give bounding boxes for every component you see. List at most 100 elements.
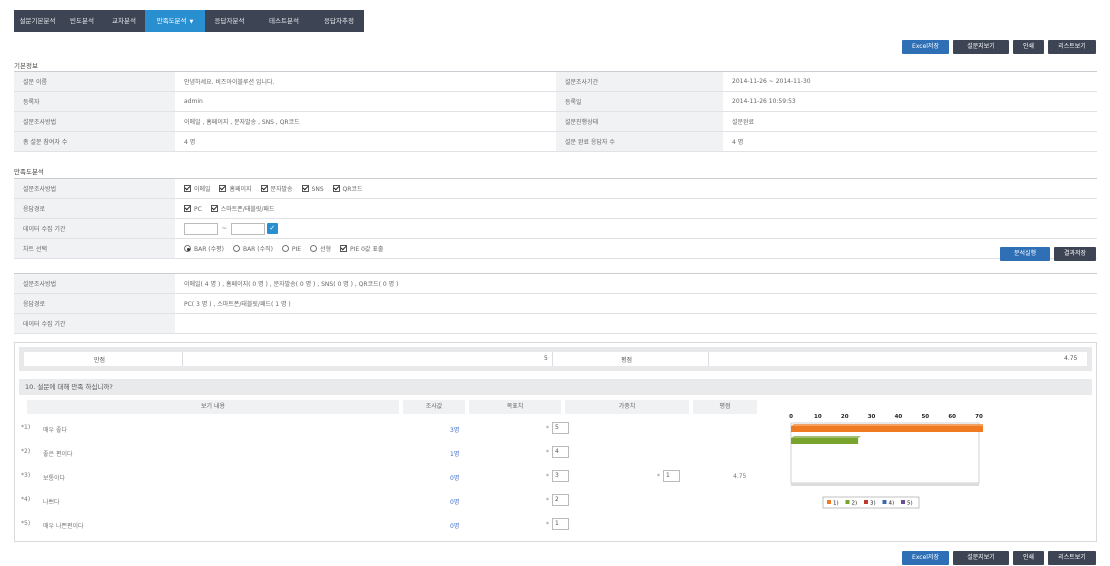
divider [552,352,553,366]
registrant-label: 등록자 [14,91,175,112]
run-analysis-button[interactable]: 분석실행 [1000,247,1050,261]
score-summary: 만점 5 평점 4.75 [19,347,1092,371]
chart-line-option[interactable]: 선형 [310,245,331,253]
satisfaction-bar-chart: 0 10 20 30 40 50 60 70 1) 2) 3) 4) 5) [789,414,983,509]
survey-period-value: 2014-11-26 ~ 2014-11-30 [723,71,1097,92]
item-count[interactable]: 1명 [450,449,459,458]
chart-bar-vertical-option[interactable]: BAR (수직) [232,245,273,253]
tab-respondent-analysis[interactable]: 응답자분석 [205,10,254,32]
radio-icon [281,245,289,252]
legend-swatch [827,500,831,504]
bar-top [791,436,862,438]
item-number: *5) [21,520,30,527]
item-count[interactable]: 0명 [450,521,459,530]
target-input[interactable]: 4 [552,446,569,458]
method-qr-option[interactable]: QR코드 [332,185,363,193]
bar [791,426,983,432]
legend-swatch [845,500,850,504]
analysis-period-inputs: ~ ✓ [175,218,1097,239]
print-button[interactable]: 인쇄 [1013,40,1044,54]
pie-zero-option[interactable]: PIE 0값 표출 [339,245,383,253]
asterisk: * [546,425,549,432]
asterisk: * [546,449,549,456]
asterisk: * [657,473,660,480]
checkbox-checked-icon [184,205,191,212]
method-sms-option[interactable]: 문자발송 [260,185,293,193]
item-num: 1) [24,424,31,431]
save-result-button[interactable]: 결과저장 [1054,247,1096,261]
checkbox-checked-icon [219,185,227,192]
method-option-label: SNS [311,186,324,193]
survey-period-label: 설문조사기간 [556,71,723,92]
print-button-bottom[interactable]: 인쇄 [1013,551,1044,565]
satisfaction-heading: 만족도분석 [14,168,44,176]
chevron-down-icon: ▼ [189,19,194,25]
target-input[interactable]: 2 [552,494,569,506]
score-summary-row: 만점 5 평점 4.75 [24,352,1087,366]
x-tick-label: 0 [789,414,793,420]
item-text: 좋은 편이다 [43,451,73,458]
analysis-tab-bar: 설문기본분석 빈도분석 교차분석 만족도분석 ▼ 응답자분석 테스트분석 응답자추… [14,10,364,32]
method-option-label: QR코드 [342,186,363,193]
average-score-value: 4.75 [1064,355,1078,362]
method-homepage-option[interactable]: 홈페이지 [219,185,252,193]
view-survey-button-bottom[interactable]: 설문지보기 [953,551,1009,565]
target-input[interactable]: 3 [552,470,569,482]
method-sns-option[interactable]: SNS [301,185,324,193]
tab-frequency-analysis[interactable]: 빈도분석 [61,10,103,32]
tab-basic-analysis[interactable]: 설문기본분석 [14,10,61,32]
item-num: 2) [24,448,31,455]
survey-method-label: 설문조사방법 [14,111,175,132]
start-date-input[interactable] [184,222,218,235]
list-view-button[interactable]: 리스트보기 [1048,40,1096,54]
view-survey-button[interactable]: 설문지보기 [953,40,1009,54]
x-tick-label: 10 [814,414,822,420]
target-input[interactable]: 5 [552,422,569,434]
weight-input[interactable]: 1 [663,470,680,482]
legend-label: 5) [907,501,913,507]
method-option-label: 홈페이지 [229,186,252,193]
list-view-button-bottom[interactable]: 리스트보기 [1048,551,1096,565]
chart-bar-horizontal-option[interactable]: BAR (수평) [184,245,225,253]
item-count[interactable]: 0명 [450,473,459,482]
channel-option-label: PC [194,206,202,213]
score-value: 4.75 [733,473,747,480]
excel-save-button-bottom[interactable]: Excel저장 [902,551,949,565]
target-input[interactable]: 1 [552,518,569,530]
channel-pc-option[interactable]: PC [184,205,202,213]
method-option-label: 이메일 [194,186,211,193]
end-date-input[interactable] [230,222,265,235]
item-count[interactable]: 3명 [450,425,459,434]
tab-satisfaction-analysis[interactable]: 만족도분석 ▼ [145,10,205,32]
survey-status-value: 설문완료 [723,111,1097,132]
checkbox-checked-icon [184,185,191,192]
channel-mobile-option[interactable]: 스마트폰/태블릿/패드 [210,205,274,213]
survey-status-label: 설문진행상태 [556,111,723,132]
chart-pie-option[interactable]: PIE [281,245,301,253]
survey-name-label: 설문 이름 [14,71,175,92]
summary-period-value [175,313,1097,334]
method-email-option[interactable]: 이메일 [184,185,211,193]
tab-test-analysis[interactable]: 테스트분석 [254,10,314,32]
calendar-icon[interactable]: ✓ [266,223,278,234]
tab-respondent-estimate[interactable]: 응답자추정 [314,10,364,32]
survey-name-value: 안녕하세요. 비즈아이블루션 입니다. [175,71,556,92]
chart-option-label: BAR (수평) [194,246,225,253]
completed-label: 설문 완료 응답자 수 [556,131,723,152]
reg-date-label: 등록일 [556,91,723,112]
average-score-label: 평점 [621,357,633,364]
x-tick-label: 20 [841,414,849,420]
item-count[interactable]: 0명 [450,497,459,506]
analysis-options-table: 설문조사방법 이메일 홈페이지 문자발송 SNS QR코드 응답경로 PC 스마… [14,178,1097,259]
radio-icon [310,245,318,252]
tab-cross-analysis[interactable]: 교차분석 [103,10,145,32]
excel-save-button[interactable]: Excel저장 [902,40,949,54]
x-tick-label: 50 [921,414,929,420]
x-tick-label: 40 [895,414,903,420]
analysis-period-label: 데이터 수집 기간 [14,218,175,239]
total-score-value: 5 [544,355,548,362]
checkbox-checked-icon [210,205,218,212]
header-item: 보기 내용 [27,400,399,414]
header-score: 평점 [693,400,757,414]
analysis-method-label: 설문조사방법 [14,178,175,199]
